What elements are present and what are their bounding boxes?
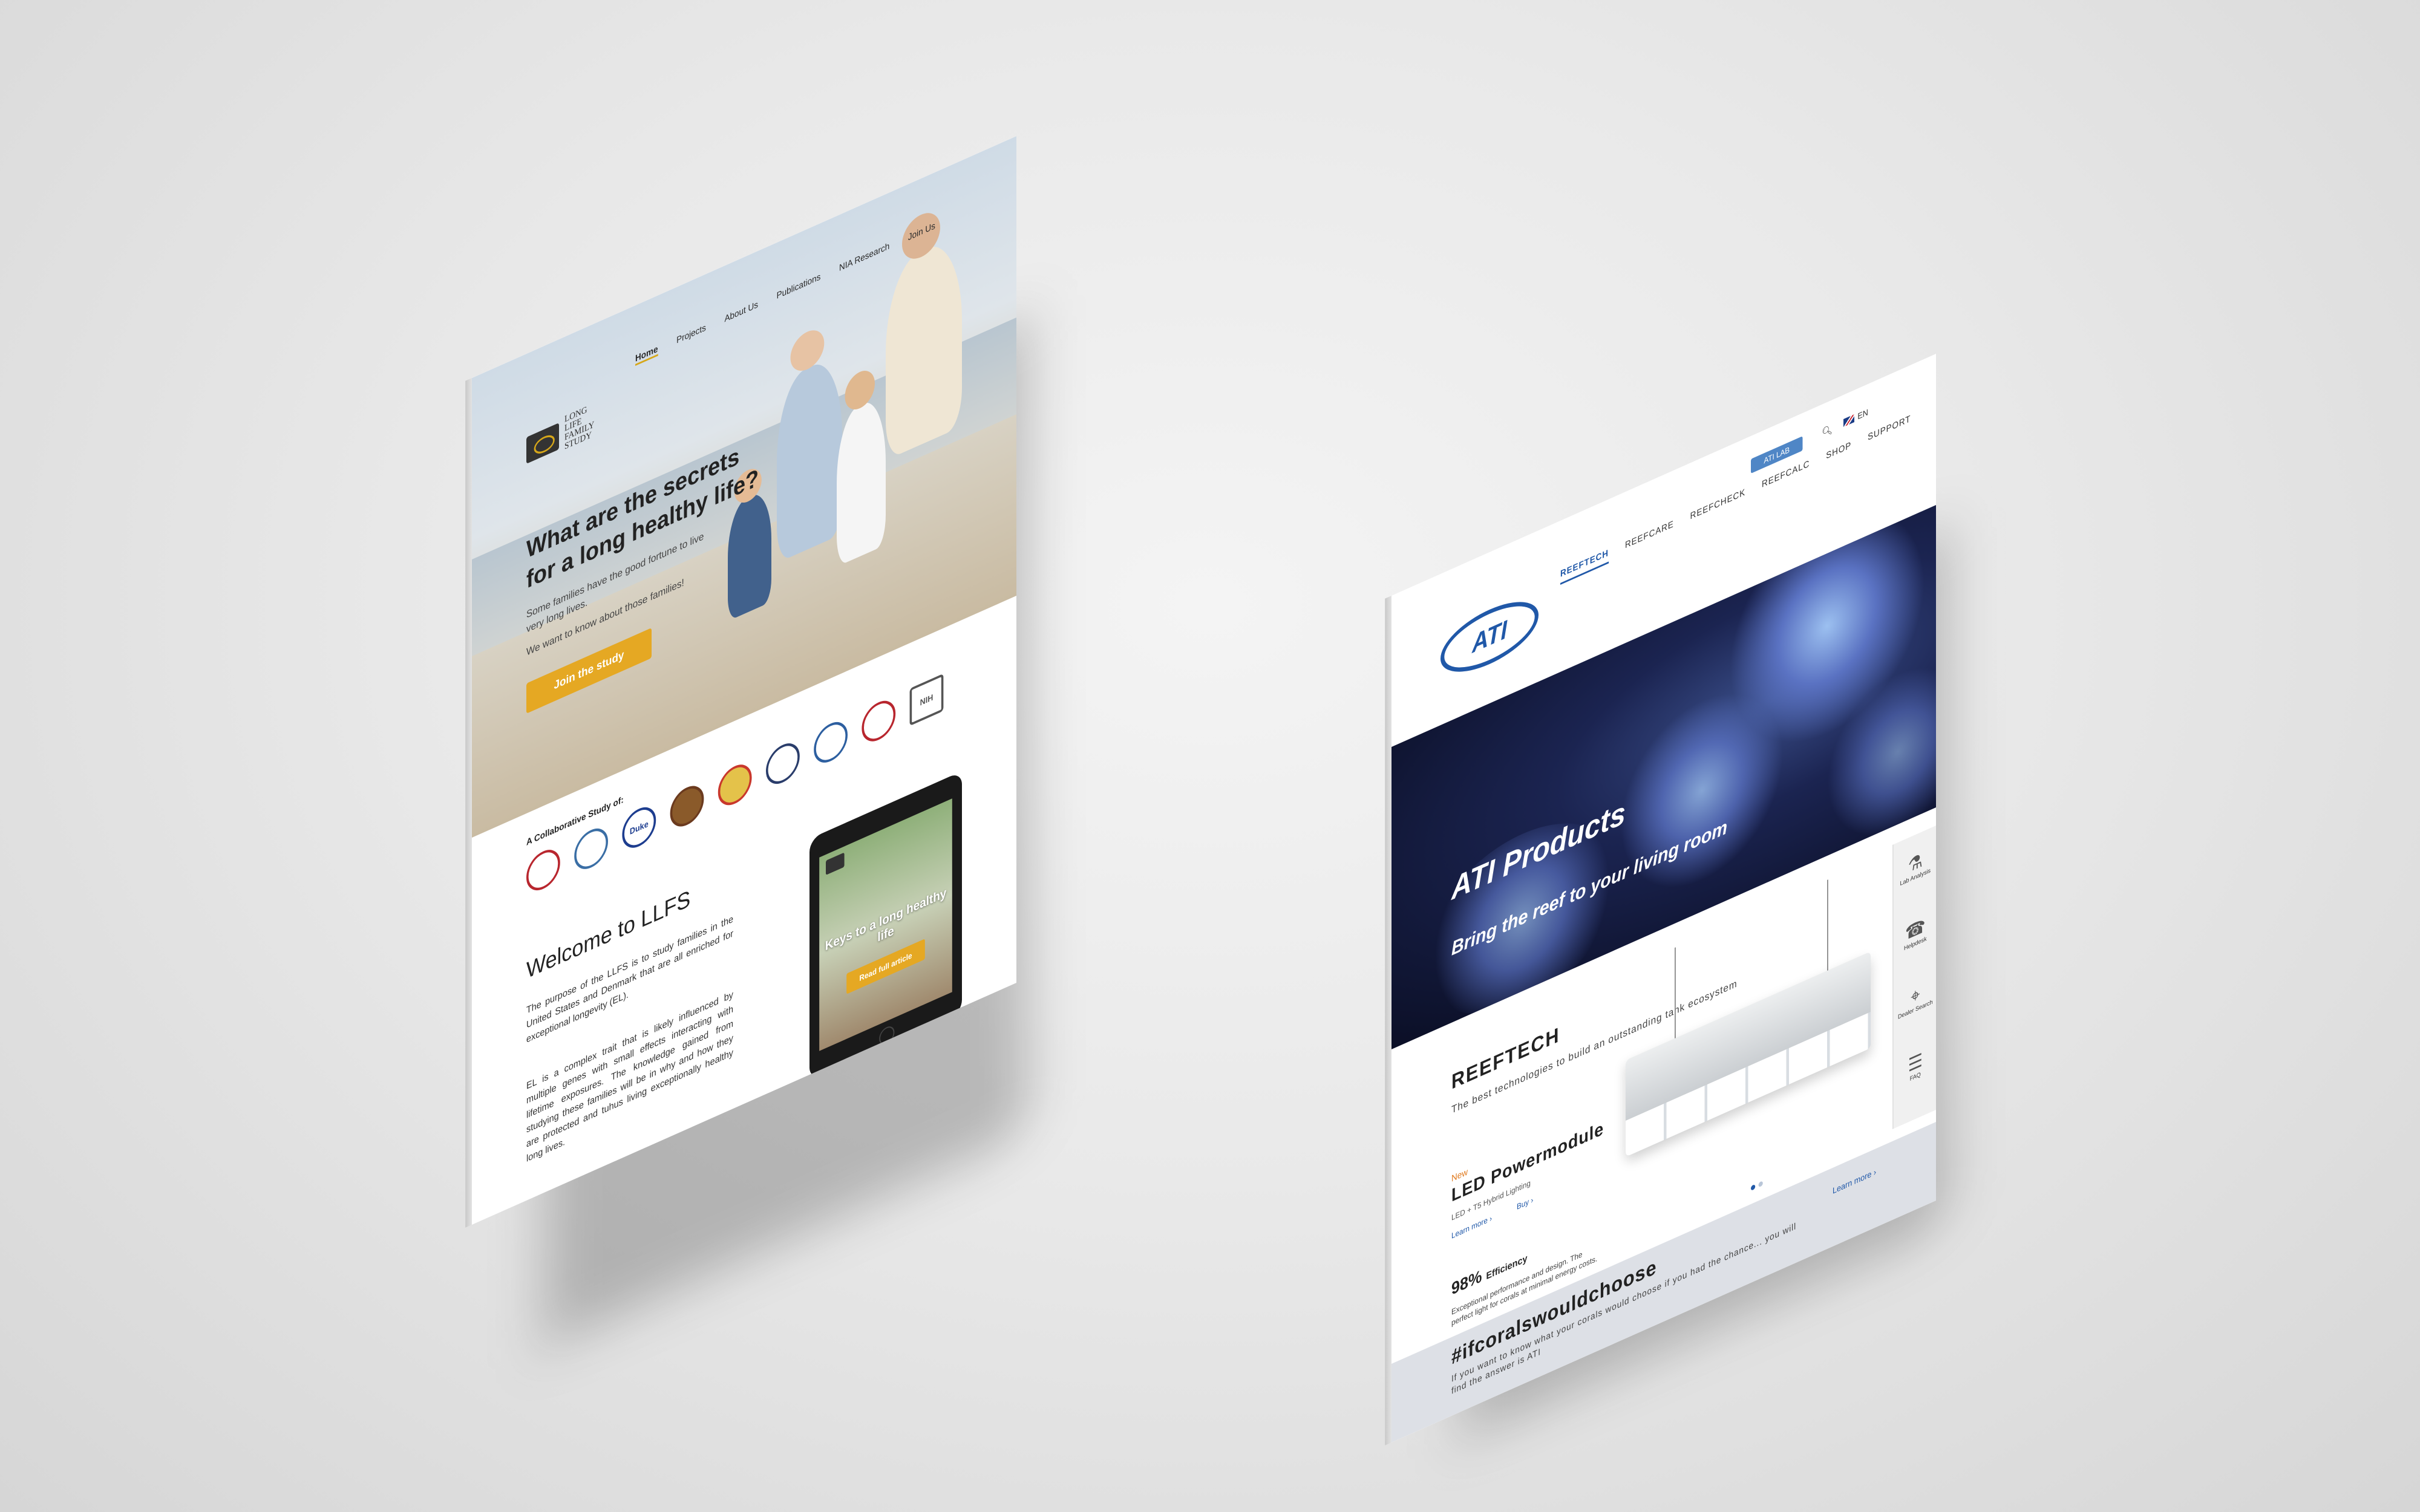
helpdesk-link[interactable]: ☎ Helpdesk <box>1894 910 1936 957</box>
search-icon[interactable]: 🔍︎ <box>1822 423 1833 440</box>
seal-8[interactable] <box>862 694 896 748</box>
seal-duke[interactable]: Duke <box>622 801 656 854</box>
logo-text: LONG LIFE FAMILY STUDY <box>564 405 594 452</box>
hanger-wire-right <box>1827 879 1828 977</box>
carousel-dot-2[interactable] <box>1758 1181 1763 1188</box>
ati-logo[interactable]: ATI <box>1441 588 1539 686</box>
language-label: EN <box>1857 406 1868 422</box>
lab-analysis-link[interactable]: ⚗ Lab Analysis <box>1894 843 1936 890</box>
nav-support[interactable]: SUPPORT <box>1868 413 1911 448</box>
eye-logo-icon <box>526 423 559 464</box>
ati-page: ATI ATI LAB 🔍︎ EN REEFTECH REEFCARE REEF… <box>1392 354 1936 1442</box>
nav-about-us[interactable]: About Us <box>724 299 758 327</box>
seal-1[interactable] <box>526 844 560 896</box>
seal-2[interactable] <box>574 823 608 875</box>
nav-shop[interactable]: SHOP <box>1826 440 1851 467</box>
nav-nia-research[interactable]: NIA Research <box>839 241 889 275</box>
seal-7[interactable] <box>814 716 848 769</box>
nav-reefcheck[interactable]: REEFCHECK <box>1690 487 1745 527</box>
side-quick-links: ⚗ Lab Analysis ☎ Helpdesk ⌖ Dealer Searc… <box>1892 825 1936 1129</box>
nav-reefcare[interactable]: REEFCARE <box>1625 519 1674 556</box>
faq-link[interactable]: ☰ FAQ <box>1894 1043 1936 1090</box>
nav-reeftech[interactable]: REEFTECH <box>1560 547 1609 585</box>
nav-projects[interactable]: Projects <box>676 322 706 348</box>
ati-page-mockup: ATI ATI LAB 🔍︎ EN REEFTECH REEFCARE REEF… <box>1385 354 1936 1445</box>
page-edge <box>1385 596 1392 1445</box>
tablet-screen: Keys to a long healthy life Read full ar… <box>819 798 952 1051</box>
llfs-logo[interactable]: LONG LIFE FAMILY STUDY <box>526 399 603 469</box>
led-powermodule-image <box>1626 951 1871 1157</box>
seal-4[interactable] <box>670 780 704 833</box>
nav-publications[interactable]: Publications <box>777 272 821 303</box>
dealer-search-link[interactable]: ⌖ Dealer Search <box>1894 976 1936 1023</box>
coral-2 <box>1620 663 1784 917</box>
efficiency-value: 98% <box>1451 1266 1482 1299</box>
product-title: LED Powermodule <box>1451 1118 1604 1206</box>
seal-6[interactable] <box>766 737 800 790</box>
carousel-dot-1[interactable] <box>1751 1184 1756 1191</box>
hanger-wire-left <box>1675 947 1676 1044</box>
language-selector[interactable]: EN <box>1843 407 1868 428</box>
tablet-logo-icon <box>826 852 845 875</box>
page-edge <box>465 378 472 1228</box>
seal-nih[interactable]: NIH <box>909 673 944 726</box>
seal-5[interactable] <box>718 758 752 812</box>
figure-grandfather <box>886 233 962 460</box>
figure-grandmother <box>777 353 842 563</box>
hero-photo: LONG LIFE FAMILY STUDY Home Projects Abo… <box>472 136 1016 838</box>
nav-home[interactable]: Home <box>635 344 658 366</box>
carousel-dots <box>1751 1181 1763 1191</box>
buy-link[interactable]: Buy › <box>1517 1195 1533 1211</box>
uk-flag-icon <box>1843 414 1854 427</box>
